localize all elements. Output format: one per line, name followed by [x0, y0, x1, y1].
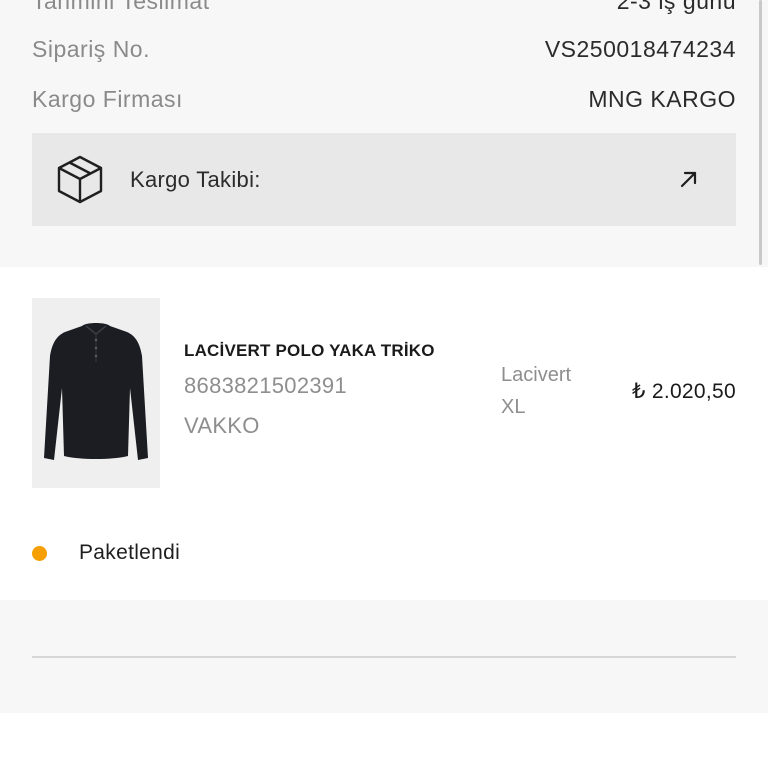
delivery-row: Tahmini Teslimat 2-3 iş günü — [32, 0, 736, 15]
status-text: Paketlendi — [79, 541, 181, 564]
product-price: ₺ 2.020,50 — [632, 380, 736, 403]
scrollbar[interactable] — [759, 0, 762, 265]
external-arrow-icon[interactable] — [678, 168, 700, 190]
product-card[interactable]: LACİVERT POLO YAKA TRİKO 8683821502391 V… — [0, 267, 768, 600]
order-number-label: Sipariş No. — [32, 36, 150, 62]
carrier-label: Kargo Firması — [32, 86, 183, 112]
delivery-value: 2-3 iş günü — [616, 0, 736, 14]
bottom-section — [0, 600, 768, 713]
product-name[interactable]: LACİVERT POLO YAKA TRİKO — [184, 341, 435, 361]
product-brand: VAKKO — [184, 413, 260, 438]
footer-area — [0, 713, 768, 768]
product-image[interactable] — [32, 298, 160, 488]
order-number-row: Sipariş No. VS250018474234 — [32, 36, 736, 63]
order-number-value: VS250018474234 — [544, 36, 736, 62]
product-color: Lacivert — [501, 364, 572, 386]
sweater-image — [44, 323, 148, 460]
status-dot-icon — [32, 546, 47, 561]
tracking-button[interactable]: Kargo Takibi: — [32, 133, 736, 226]
product-size: XL — [501, 396, 526, 418]
carrier-row: Kargo Firması MNG KARGO — [32, 86, 736, 113]
package-box-icon — [57, 155, 103, 204]
product-sku: 8683821502391 — [184, 373, 347, 398]
divider — [32, 656, 736, 658]
delivery-label: Tahmini Teslimat — [32, 0, 210, 14]
tracking-label: Kargo Takibi: — [130, 167, 261, 192]
carrier-value: MNG KARGO — [588, 86, 736, 112]
order-info-section: Tahmini Teslimat 2-3 iş günü Sipariş No.… — [0, 0, 768, 267]
